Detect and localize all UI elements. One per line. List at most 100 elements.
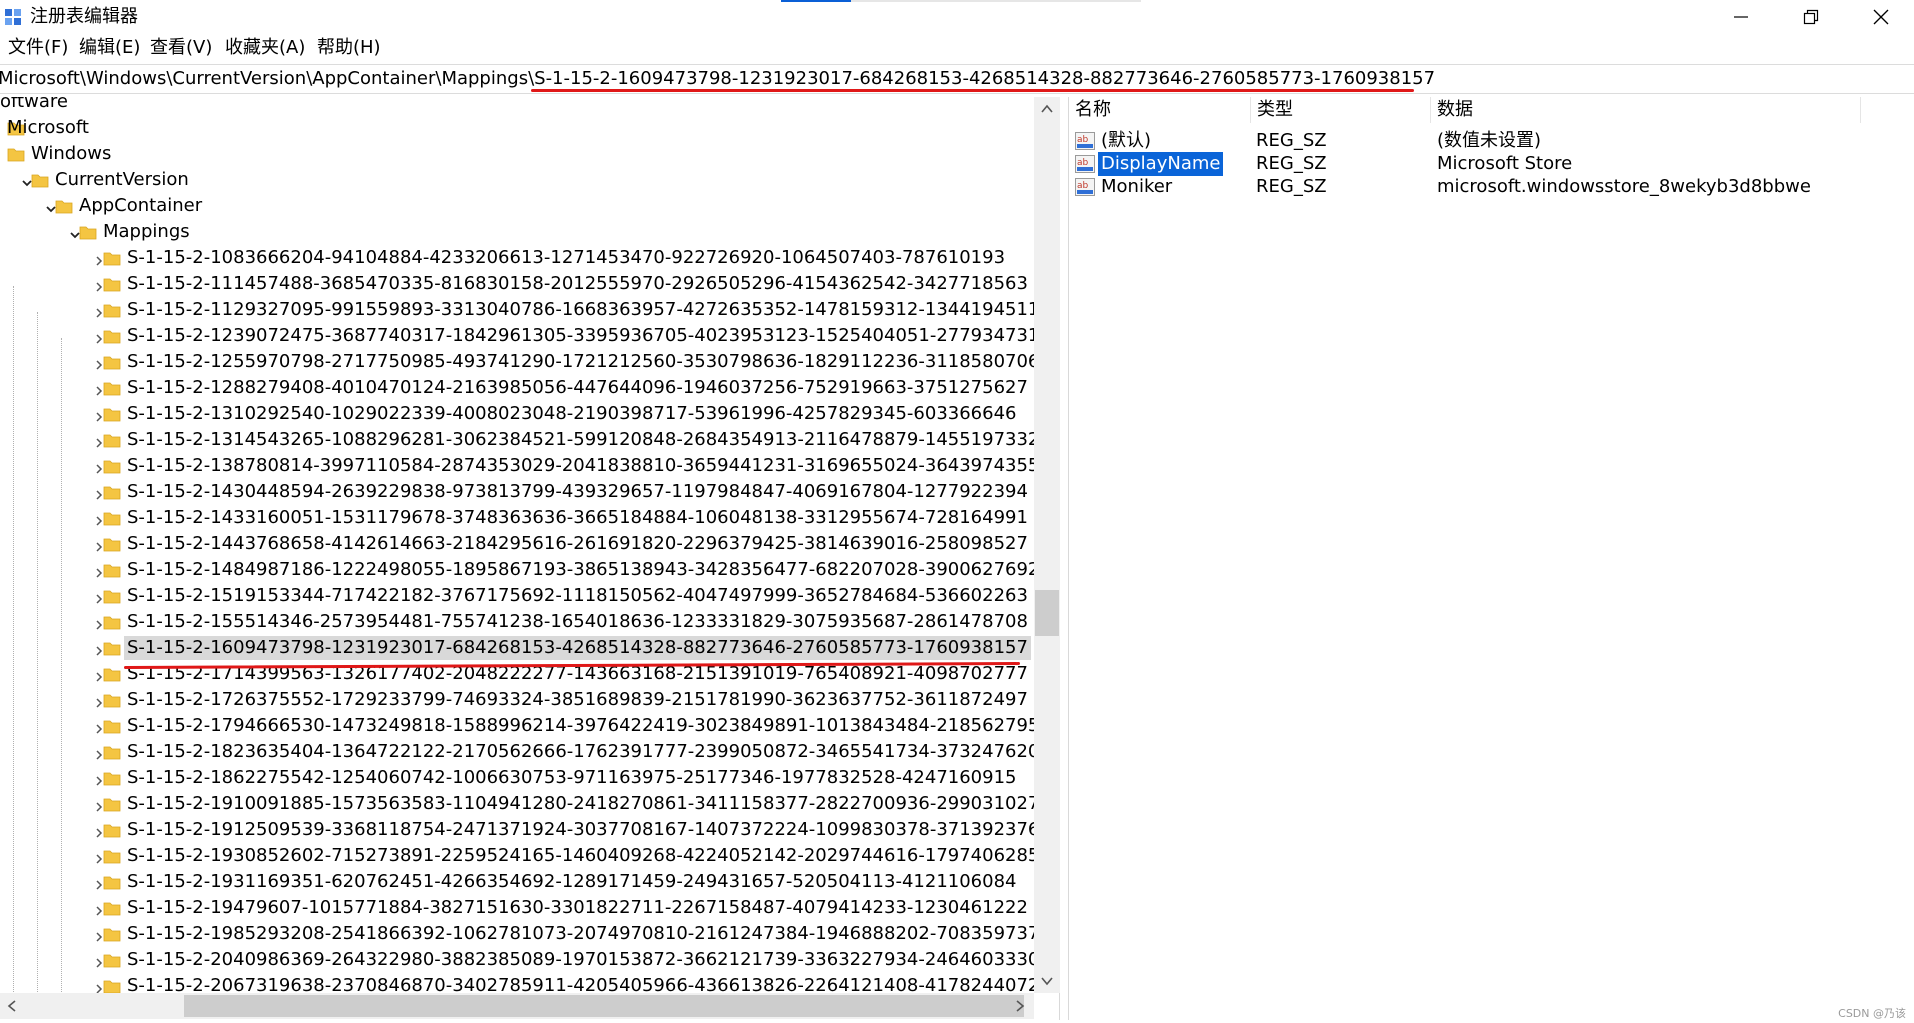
tree-item-sid[interactable]: S-1-15-2-1314543265-1088296281-306238452…	[0, 427, 1039, 453]
string-value-icon: ab	[1075, 178, 1095, 196]
value-row[interactable]: ab Moniker REG_SZ microsoft.windowsstore_8w…	[1069, 174, 1914, 200]
folder-icon	[103, 379, 121, 397]
tree-item-sid[interactable]: S-1-15-2-1930852602-715273891-2259524165…	[0, 843, 1039, 869]
string-value-icon: ab	[1075, 132, 1095, 150]
tree-item-sid[interactable]: S-1-15-2-1985293208-2541866392-106278107…	[0, 921, 1039, 947]
svg-text:ab: ab	[1077, 158, 1089, 168]
restore-icon	[1803, 9, 1819, 25]
column-header-name-label: 名称	[1075, 99, 1111, 120]
folder-icon	[103, 821, 121, 839]
folder-icon	[103, 327, 121, 345]
tree-item-label: S-1-15-2-111457488-3685470335-816830158-…	[127, 273, 1028, 294]
taskbar-accent-strip	[781, 0, 851, 2]
tree-item-appcontainer[interactable]: AppContainer	[0, 193, 1034, 219]
column-header-type[interactable]: 类型	[1251, 97, 1431, 123]
svg-text:ab: ab	[1077, 135, 1089, 145]
tree-item-sid[interactable]: S-1-15-2-1310292540-1029022339-400802304…	[0, 401, 1034, 427]
minimize-button[interactable]	[1706, 0, 1776, 34]
tree-item-sid[interactable]: S-1-15-2-1726375552-1729233799-74693324-…	[0, 687, 1034, 713]
tree-item-sid[interactable]: S-1-15-2-1519153344-717422182-3767175692…	[0, 583, 1034, 609]
tree-item-currentversion[interactable]: CurrentVersion	[0, 167, 1034, 193]
tree-item-label: S-1-15-2-2040986369-264322980-3882385089…	[127, 949, 1040, 970]
tree-horizontal-scrollbar[interactable]	[0, 993, 1034, 1019]
menu-view[interactable]: 查看(V)	[150, 37, 212, 59]
key-tree[interactable]: oftware Microsoft Windows CurrentVersion App…	[0, 97, 1060, 1020]
tree-item-label: S-1-15-2-1726375552-1729233799-74693324-…	[127, 689, 1028, 710]
menu-edit[interactable]: 编辑(E)	[79, 37, 140, 59]
tree-item-label: S-1-15-2-138780814-3997110584-2874353029…	[127, 455, 1040, 476]
tree-item-label: Windows	[31, 143, 112, 164]
tree-item-sid[interactable]: S-1-15-2-1129327095-991559893-3313040786…	[0, 297, 1039, 323]
folder-icon	[103, 587, 121, 605]
value-type: REG_SZ	[1256, 130, 1327, 151]
tree-item-sid[interactable]: S-1-15-2-1433160051-1531179678-374836363…	[0, 505, 1034, 531]
scroll-thumb[interactable]	[184, 995, 1024, 1017]
tree-item-label: S-1-15-2-1314543265-1088296281-306238452…	[127, 429, 1040, 450]
tree-item-sid[interactable]: S-1-15-2-1862275542-1254060742-100663075…	[0, 765, 1034, 791]
tree-item-sid[interactable]: S-1-15-2-1912509539-3368118754-247137192…	[0, 817, 1039, 843]
tree-item-oftware[interactable]: oftware	[0, 97, 1034, 115]
tree-item-label: S-1-15-2-1288279408-4010470124-216398505…	[127, 377, 1028, 398]
column-header-data[interactable]: 数据	[1431, 97, 1861, 123]
tree-item-sid[interactable]: S-1-15-2-111457488-3685470335-816830158-…	[0, 271, 1034, 297]
tree-item-sid[interactable]: S-1-15-2-1823635404-1364722122-217056266…	[0, 739, 1051, 765]
tree-item-sid[interactable]: S-1-15-2-19479607-1015771884-3827151630-…	[0, 895, 1034, 921]
tree-vertical-scrollbar[interactable]	[1034, 97, 1060, 993]
menu-favorites[interactable]: 收藏夹(A)	[225, 37, 305, 59]
tree-item-label: S-1-15-2-1443768658-4142614663-218429561…	[127, 533, 1028, 554]
value-type: REG_SZ	[1256, 176, 1327, 197]
tree-item-selected-sid[interactable]: S-1-15-2-1609473798-1231923017-684268153…	[0, 635, 1034, 661]
tree-item-label: S-1-15-2-1985293208-2541866392-106278107…	[127, 923, 1040, 944]
address-path[interactable]: Microsoft\Windows\CurrentVersion\AppCont…	[0, 68, 1435, 90]
tree-item-label: S-1-15-2-1129327095-991559893-3313040786…	[127, 299, 1040, 320]
annotation-underline-path	[531, 89, 1414, 92]
restore-button[interactable]	[1776, 0, 1846, 34]
close-button[interactable]	[1846, 0, 1914, 34]
tree-item-sid[interactable]: S-1-15-2-1443768658-4142614663-218429561…	[0, 531, 1034, 557]
tree-item-label: S-1-15-2-155514346-2573954481-755741238-…	[127, 611, 1028, 632]
folder-icon	[103, 613, 121, 631]
minimize-icon	[1734, 16, 1748, 18]
folder-icon	[7, 145, 25, 163]
scroll-up-icon[interactable]	[1039, 101, 1055, 117]
folder-icon	[103, 535, 121, 553]
folder-icon	[103, 769, 121, 787]
tree-item-label: S-1-15-2-1430448594-2639229838-973813799…	[127, 481, 1028, 502]
tree-item-mappings[interactable]: Mappings	[0, 219, 1034, 245]
column-header-data-label: 数据	[1437, 99, 1473, 120]
folder-icon	[103, 639, 121, 657]
scroll-right-icon[interactable]	[1012, 998, 1028, 1014]
column-header-name[interactable]: 名称	[1069, 97, 1251, 123]
tree-item-sid[interactable]: S-1-15-2-1239072475-3687740317-184296130…	[0, 323, 1051, 349]
folder-icon	[103, 353, 121, 371]
tree-item-label: S-1-15-2-1083666204-94104884-4233206613-…	[127, 247, 1006, 268]
tree-item-sid[interactable]: S-1-15-2-1083666204-94104884-4233206613-…	[0, 245, 1034, 271]
scroll-thumb[interactable]	[1035, 590, 1059, 636]
string-value-icon: ab	[1075, 155, 1095, 173]
tree-item-windows[interactable]: Windows	[0, 141, 1034, 167]
address-path-prefix: Microsoft\Windows\CurrentVersion\AppCont…	[0, 68, 535, 89]
scroll-down-icon[interactable]	[1039, 973, 1055, 989]
tree-item-label: S-1-15-2-1910091885-1573563583-110494128…	[127, 793, 1051, 814]
tree-item-label: S-1-15-2-1609473798-1231923017-684268153…	[124, 636, 1031, 660]
tree-item-sid[interactable]: S-1-15-2-138780814-3997110584-2874353029…	[0, 453, 1039, 479]
folder-icon	[31, 171, 49, 189]
menu-help[interactable]: 帮助(H)	[317, 37, 381, 59]
tree-item-sid[interactable]: S-1-15-2-155514346-2573954481-755741238-…	[0, 609, 1034, 635]
tree-item-label: S-1-15-2-1484987186-1222498055-189586719…	[127, 559, 1040, 580]
tree-item-sid[interactable]: S-1-15-2-1484987186-1222498055-189586719…	[0, 557, 1039, 583]
tree-item-sid[interactable]: S-1-15-2-1794666530-1473249818-158899621…	[0, 713, 1051, 739]
tree-item-sid[interactable]: S-1-15-2-1910091885-1573563583-110494128…	[0, 791, 1051, 817]
tree-item-sid[interactable]: S-1-15-2-1288279408-4010470124-216398505…	[0, 375, 1034, 401]
tree-item-sid[interactable]: S-1-15-2-1430448594-2639229838-973813799…	[0, 479, 1034, 505]
tree-item-sid[interactable]: S-1-15-2-1931169351-620762451-4266354692…	[0, 869, 1034, 895]
tree-item-sid[interactable]: S-1-15-2-2040986369-264322980-3882385089…	[0, 947, 1039, 973]
value-name: (默认)	[1101, 130, 1152, 151]
tree-item-label: S-1-15-2-1310292540-1029022339-400802304…	[127, 403, 1017, 424]
tree-item-sid[interactable]: S-1-15-2-1255970798-2717750985-493741290…	[0, 349, 1039, 375]
tree-item-microsoft[interactable]: Microsoft	[0, 115, 1034, 141]
scroll-left-icon[interactable]	[4, 998, 20, 1014]
values-list[interactable]: 名称 类型 数据 ab (默认) REG_SZ (数值未设置) ab DisplayNam…	[1068, 97, 1914, 1020]
menu-file[interactable]: 文件(F)	[8, 37, 68, 59]
folder-icon	[103, 847, 121, 865]
